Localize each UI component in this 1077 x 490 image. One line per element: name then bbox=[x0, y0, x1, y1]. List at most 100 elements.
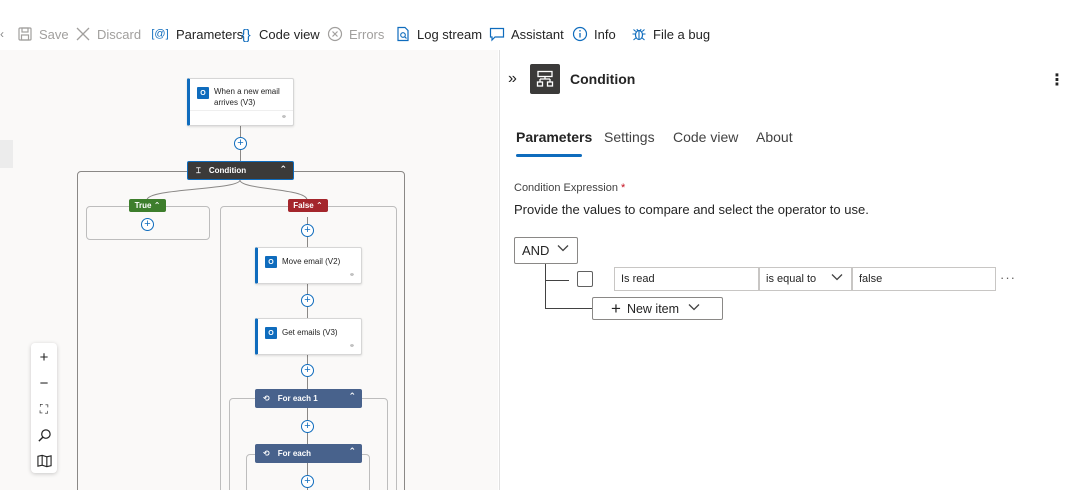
more-options-icon[interactable]: ⋮ bbox=[1049, 70, 1065, 90]
info-icon bbox=[571, 25, 589, 43]
trigger-title-line2: arrives (V3) bbox=[214, 98, 256, 107]
group-operator-value: AND bbox=[522, 243, 550, 258]
parameters-icon: [@] bbox=[151, 28, 169, 40]
true-branch-pill[interactable]: True ⌃ bbox=[129, 199, 166, 212]
group-operator-dropdown[interactable]: AND bbox=[514, 237, 578, 264]
discard-button[interactable]: Discard bbox=[74, 24, 141, 44]
collapse-chevron-icon[interactable]: ⌃ bbox=[348, 446, 356, 457]
errors-button[interactable]: Errors bbox=[326, 24, 384, 44]
active-tab-indicator bbox=[516, 154, 582, 157]
assistant-label: Assistant bbox=[511, 26, 564, 42]
required-mark: * bbox=[621, 182, 626, 194]
condition-card[interactable]: ⌶ Condition ⌃ bbox=[187, 161, 294, 180]
left-operand-value: Is read bbox=[621, 273, 655, 285]
log-stream-button[interactable]: Log stream bbox=[394, 24, 482, 44]
zoom-in-icon[interactable]: + bbox=[31, 344, 57, 370]
minimap-icon[interactable] bbox=[31, 448, 57, 474]
condition-icon: ⌶ bbox=[196, 165, 201, 175]
parameters-button[interactable]: [@] Parameters bbox=[149, 24, 243, 44]
operator-dropdown[interactable]: is equal to bbox=[759, 267, 852, 291]
for-each-1-card[interactable]: ⟲ For each 1 ⌃ bbox=[255, 389, 362, 408]
new-item-button[interactable]: + New item bbox=[592, 297, 723, 320]
chat-icon bbox=[488, 25, 506, 43]
info-label: Info bbox=[594, 26, 616, 42]
outlook-icon: O bbox=[265, 256, 277, 268]
search-icon[interactable] bbox=[31, 422, 57, 448]
right-operand-value: false bbox=[859, 273, 883, 285]
save-icon bbox=[16, 25, 34, 43]
card-divider bbox=[190, 110, 293, 111]
toolbar-scroll-left-icon[interactable]: ‹ bbox=[0, 27, 4, 41]
add-step-plus-icon[interactable]: + bbox=[141, 218, 154, 231]
chevron-down-icon bbox=[831, 273, 843, 284]
move-email-card[interactable]: O Move email (V2) ⚭ bbox=[255, 247, 362, 284]
panel-title: Condition bbox=[570, 71, 636, 87]
condition-help-text: Provide the values to compare and select… bbox=[514, 202, 869, 217]
log-stream-label: Log stream bbox=[417, 26, 483, 42]
tab-settings[interactable]: Settings bbox=[604, 129, 655, 145]
link-icon: ⚭ bbox=[281, 114, 287, 121]
right-operand-input[interactable]: false bbox=[852, 267, 996, 291]
errors-label: Errors bbox=[349, 26, 385, 42]
tab-about[interactable]: About bbox=[756, 129, 793, 145]
get-emails-title: Get emails (V3) bbox=[282, 328, 338, 337]
code-view-label: Code view bbox=[259, 26, 320, 42]
add-step-plus-icon[interactable]: + bbox=[301, 475, 314, 488]
true-branch-label: True bbox=[134, 201, 152, 210]
link-icon: ⚭ bbox=[349, 343, 355, 350]
tab-code-view[interactable]: Code view bbox=[673, 129, 738, 145]
save-button[interactable]: Save bbox=[16, 24, 69, 44]
for-each-title: For each bbox=[277, 449, 312, 458]
false-branch-pill[interactable]: False ⌃ bbox=[288, 199, 328, 212]
zoom-out-icon[interactable]: − bbox=[31, 370, 57, 396]
expand-panel-icon[interactable]: » bbox=[508, 70, 517, 88]
link-icon: ⚭ bbox=[349, 272, 355, 279]
loop-icon: ⟲ bbox=[263, 394, 270, 403]
outlook-icon: O bbox=[265, 327, 277, 339]
new-item-label: New item bbox=[626, 301, 680, 316]
for-each-card[interactable]: ⟲ For each ⌃ bbox=[255, 444, 362, 463]
collapse-chevron-icon[interactable]: ⌃ bbox=[279, 164, 287, 175]
tree-connector bbox=[545, 264, 546, 308]
code-view-button[interactable]: {} Code view bbox=[238, 24, 320, 44]
details-panel: » Condition ⋮ Parameters Settings Code v… bbox=[499, 50, 1077, 490]
condition-icon bbox=[530, 64, 560, 94]
row-select-checkbox[interactable] bbox=[577, 271, 593, 287]
row-more-options-icon[interactable]: ··· bbox=[1000, 270, 1016, 285]
chevron-down-icon bbox=[557, 244, 569, 255]
loop-icon: ⟲ bbox=[263, 449, 270, 458]
tree-connector bbox=[545, 308, 593, 309]
designer-toolbar: ‹ Save Discard [@] Parameters {} Code vi… bbox=[0, 0, 1077, 50]
canvas-zoom-controls: + − ⛶ bbox=[31, 343, 57, 473]
assistant-button[interactable]: Assistant bbox=[488, 24, 564, 44]
parameters-label: Parameters bbox=[176, 26, 244, 42]
outlook-icon: O bbox=[197, 87, 209, 99]
trigger-title-line1: When a new email bbox=[214, 87, 280, 96]
add-step-plus-icon[interactable]: + bbox=[301, 420, 314, 433]
left-operand-input[interactable]: Is read bbox=[614, 267, 759, 291]
condition-expression-label: Condition Expression * bbox=[514, 182, 626, 194]
tab-parameters[interactable]: Parameters bbox=[516, 129, 592, 145]
chevron-down-icon bbox=[688, 303, 700, 314]
add-step-plus-icon[interactable]: + bbox=[234, 137, 247, 150]
file-bug-button[interactable]: File a bug bbox=[630, 24, 710, 44]
get-emails-card[interactable]: O Get emails (V3) ⚭ bbox=[255, 318, 362, 355]
tree-connector bbox=[545, 280, 569, 281]
for-each-1-title: For each 1 bbox=[277, 394, 318, 403]
operator-value: is equal to bbox=[766, 273, 817, 285]
info-button[interactable]: Info bbox=[571, 24, 616, 44]
error-circle-icon bbox=[326, 25, 344, 43]
discard-label: Discard bbox=[97, 26, 142, 42]
document-search-icon bbox=[394, 25, 412, 43]
collapse-chevron-icon[interactable]: ⌃ bbox=[348, 391, 356, 402]
add-step-plus-icon[interactable]: + bbox=[301, 224, 314, 237]
add-step-plus-icon[interactable]: + bbox=[301, 364, 314, 377]
file-bug-label: File a bug bbox=[653, 26, 711, 42]
add-step-plus-icon[interactable]: + bbox=[301, 294, 314, 307]
fit-view-icon[interactable]: ⛶ bbox=[31, 396, 57, 422]
false-branch-label: False bbox=[293, 201, 314, 210]
workflow-canvas[interactable]: O When a new email arrives (V3) ⚭ + ⌶ Co… bbox=[0, 50, 498, 490]
bug-icon bbox=[630, 25, 648, 43]
move-email-title: Move email (V2) bbox=[282, 257, 341, 266]
trigger-card[interactable]: O When a new email arrives (V3) ⚭ bbox=[187, 78, 294, 126]
